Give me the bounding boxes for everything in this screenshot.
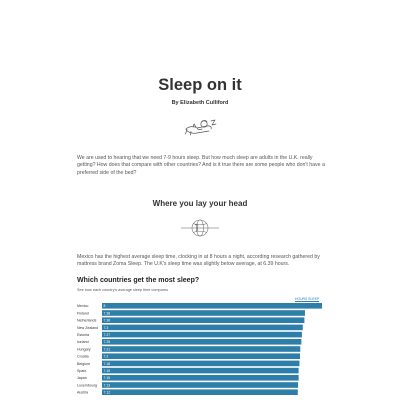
bar[interactable] [102,360,300,367]
bar[interactable] [102,367,299,374]
bar-value-label: 7.15 [104,376,111,380]
bar-value-label: 7.12 [104,391,111,395]
bar[interactable] [102,317,305,323]
bar[interactable] [102,389,298,395]
bar-value-label: 7.3 [104,326,109,330]
chart-title: Which countries get the most sleep? [77,277,200,284]
legend-label[interactable]: HOURS SLEEP [295,297,319,301]
bar-value-label: 7.15 [104,369,111,373]
bar-value-label: 7.18 [104,362,111,366]
bar[interactable] [102,310,305,316]
bar[interactable] [102,324,303,331]
category-label: Finland [77,311,89,315]
chart-subtitle: See how each country's average sleep tim… [77,288,169,292]
bar-value-label: 7.2 [104,355,109,359]
category-label: Spain [77,369,86,373]
bar[interactable] [102,375,299,381]
sleeping-person-icon [185,119,217,136]
bar-value-label: 7.38 [104,311,111,315]
intro-paragraph: We are used to hearing that we need 7-9 … [77,155,325,176]
article-title: Sleep on it [158,76,242,94]
bar-value-label: 7.27 [104,333,111,337]
globe-icon [181,219,219,237]
category-label: Hungary [77,347,91,351]
category-label: Netherlands [77,319,97,323]
category-label: Austria [77,391,88,395]
category-label: Estonia [77,333,89,337]
bar[interactable] [102,339,302,345]
bar[interactable] [102,331,302,338]
bar[interactable] [102,353,300,359]
bar-value-label: 7.13 [104,383,111,387]
category-label: New Zealand [77,326,98,330]
bar-value-label: 7.21 [104,347,111,351]
category-label: Iceland [77,340,89,344]
section-heading: Where you lay your head [152,199,248,208]
bar-value-label: 8 [104,304,106,308]
category-label: Belgium [77,362,90,366]
category-label: Luxembourg [77,383,97,387]
bar[interactable] [102,346,301,352]
bar[interactable] [102,382,299,388]
article-byline: By Elizabeth Culliford [171,100,229,106]
mexico-paragraph: Mexico has the highest average sleep tim… [77,254,320,268]
category-label: Croatia [77,355,89,359]
category-label: Japan [77,376,87,380]
category-label: Mexico [77,304,88,308]
sleep-bar-chart: Mexico 8 Finland 7.38 Netherlands 7.36 New Zea… [77,303,322,395]
bar-value-label: 7.36 [104,319,111,323]
bar[interactable] [102,303,322,309]
bar-value-label: 7.25 [104,340,111,344]
